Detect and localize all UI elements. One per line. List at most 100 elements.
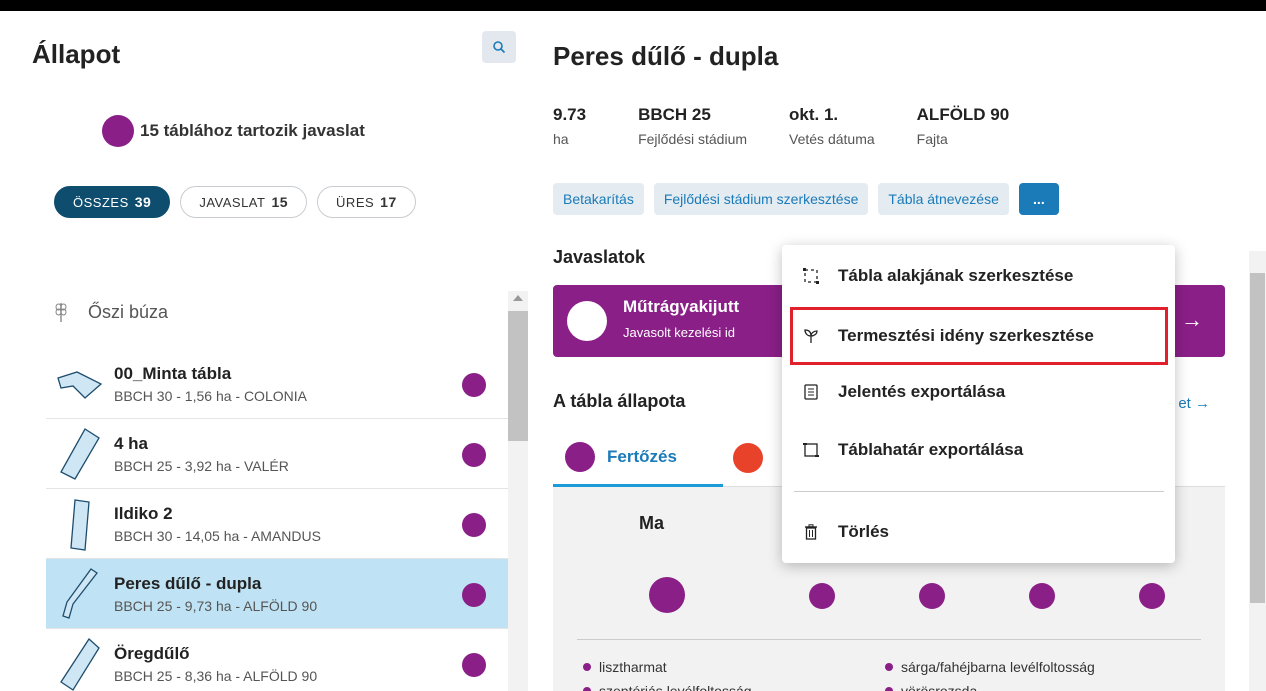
scrollbar-thumb[interactable] — [1250, 273, 1265, 603]
fertilizer-icon — [567, 301, 607, 341]
field-details: BBCH 25 - 8,36 ha - ALFÖLD 90 — [114, 667, 318, 684]
filter-recommendation-label: JAVASLAT — [199, 194, 266, 210]
stat-area: 9.73 ha — [553, 105, 586, 147]
field-shape-icon — [50, 354, 110, 414]
menu-item-label: Tábla alakjának szerkesztése — [838, 266, 1074, 285]
legend-item: szeptóriás levélfoltosság — [583, 683, 752, 691]
infection-dot-icon — [1139, 583, 1165, 609]
harvest-button[interactable]: Betakarítás — [553, 183, 644, 215]
tab-label: Fertőzés — [607, 446, 677, 466]
stat-value: ALFÖLD 90 — [916, 105, 1010, 124]
tab-infection[interactable]: Fertőzés — [553, 429, 723, 487]
stat-value: BBCH 25 — [638, 105, 711, 124]
filter-all-label: ÖSSZES — [73, 194, 129, 210]
stat-sowing-date: okt. 1. Vetés dátuma — [789, 105, 875, 147]
stat-label: Vetés dátuma — [789, 131, 875, 147]
field-details: BBCH 25 - 9,73 ha - ALFÖLD 90 — [114, 597, 318, 614]
field-name: 4 ha — [114, 433, 149, 453]
field-status-heading: A tábla állapota — [553, 391, 686, 411]
field-details: BBCH 30 - 1,56 ha - COLONIA — [114, 387, 307, 404]
legend-dot-icon — [583, 663, 591, 671]
crop-group-header: Őszi búza — [54, 301, 168, 323]
stat-growth-stage: BBCH 25 Fejlődési stádium — [638, 105, 747, 147]
wheat-icon — [55, 303, 67, 322]
infection-today-icon — [649, 577, 685, 613]
search-icon — [493, 41, 506, 54]
arrow-right-icon: → — [1181, 307, 1203, 332]
menu-item-export-report[interactable]: Jelentés exportálása — [782, 363, 1175, 421]
banner-title: Műtrágyakijutt — [623, 297, 740, 316]
field-shape-icon — [50, 424, 110, 484]
shape-edit-icon — [802, 267, 820, 285]
field-item[interactable]: Ildiko 2 BBCH 30 - 14,05 ha - AMANDUS — [46, 489, 508, 559]
more-options-menu: Tábla alakjának szerkesztése Termesztési… — [782, 245, 1175, 563]
filter-empty[interactable]: ÜRES 17 — [317, 186, 416, 218]
filter-all[interactable]: ÖSSZES 39 — [54, 186, 171, 218]
legend-item: sárga/fahéjbarna levélfoltosság — [885, 659, 1095, 675]
more-options-button[interactable]: ... — [1018, 183, 1059, 215]
infection-dot-icon — [809, 583, 835, 609]
menu-divider — [794, 491, 1164, 492]
filter-recommendation[interactable]: JAVASLAT 15 — [180, 186, 308, 218]
recommendation-dot-icon — [462, 443, 486, 467]
stat-label: Fajta — [916, 131, 948, 147]
menu-item-export-boundary[interactable]: Táblahatár exportálása — [782, 421, 1175, 479]
legend-item: lisztharmat — [583, 659, 667, 675]
menu-item-delete[interactable]: Törlés — [782, 503, 1175, 561]
legend-label: vörösrozsda — [901, 683, 978, 691]
field-title: Peres dűlő - dupla — [553, 41, 779, 71]
rename-field-button[interactable]: Tábla átnevezése — [878, 183, 1009, 215]
recommendation-dot-icon — [462, 653, 486, 677]
divider — [577, 639, 1201, 640]
filter-empty-label: ÜRES — [336, 194, 375, 210]
menu-item-edit-shape[interactable]: Tábla alakjának szerkesztése — [782, 247, 1175, 305]
detail-scrollbar[interactable] — [1249, 251, 1266, 691]
field-shape-icon — [50, 564, 110, 624]
document-icon — [802, 383, 820, 401]
recommendations-heading: Javaslatok — [553, 247, 646, 267]
field-list-scrollbar[interactable] — [508, 291, 528, 691]
legend-item: vörösrozsda — [885, 683, 977, 691]
legend-dot-icon — [583, 687, 591, 691]
panel-title: Állapot — [32, 39, 121, 69]
filter-recommendation-count: 15 — [271, 194, 289, 210]
stat-variety: ALFÖLD 90 Fajta — [917, 105, 1010, 147]
app-frame: Állapot 15 táblához tartozik javaslat ÖS… — [0, 11, 1266, 691]
field-list: 00_Minta tábla BBCH 30 - 1,56 ha - COLONI… — [46, 349, 508, 691]
boundary-export-icon — [802, 441, 820, 459]
stat-value: okt. 1. — [789, 105, 839, 124]
field-shape-icon — [50, 634, 110, 691]
crop-name: Őszi búza — [88, 301, 169, 322]
search-button[interactable] — [482, 31, 516, 63]
menu-item-edit-season[interactable]: Termesztési idény szerkesztése — [790, 307, 1168, 365]
stat-label: ha — [553, 131, 569, 147]
field-item[interactable]: 4 ha BBCH 25 - 3,92 ha - VALÉR — [46, 419, 508, 489]
field-name: 00_Minta tábla — [114, 363, 232, 383]
stat-value: 9.73 — [553, 105, 587, 124]
leaf-icon — [565, 441, 595, 472]
edit-growth-stage-button[interactable]: Fejlődési stádium szerkesztése — [653, 183, 869, 215]
legend-label: lisztharmat — [599, 659, 667, 675]
status-details-link[interactable]: et → — [1178, 395, 1210, 412]
legend-label: sárga/fahéjbarna levélfoltosság — [901, 659, 1095, 675]
field-details: BBCH 25 - 3,92 ha - VALÉR — [114, 457, 289, 474]
summary-text: 15 táblához tartozik javaslat — [140, 121, 365, 140]
field-item[interactable]: 00_Minta tábla BBCH 30 - 1,56 ha - COLONI… — [46, 349, 508, 419]
field-name: Ildiko 2 — [114, 503, 173, 523]
scrollbar-thumb[interactable] — [508, 311, 528, 441]
menu-item-label: Termesztési idény szerkesztése — [838, 326, 1094, 345]
infection-dot-icon — [1029, 583, 1055, 609]
day-today: Ma — [639, 513, 665, 533]
tab-pest-icon[interactable] — [733, 443, 763, 473]
field-item-selected[interactable]: Peres dűlő - dupla BBCH 25 - 9,73 ha - AL… — [46, 559, 508, 629]
action-bar: Betakarítás Fejlődési stádium szerkeszté… — [553, 183, 1059, 215]
sprout-icon — [802, 327, 820, 345]
field-details: BBCH 30 - 14,05 ha - AMANDUS — [114, 527, 321, 544]
scroll-up-icon[interactable] — [513, 295, 523, 301]
field-stats: 9.73 ha BBCH 25 Fejlődési stádium okt. 1… — [553, 105, 1057, 147]
menu-item-label: Táblahatár exportálása — [838, 440, 1024, 459]
legend-dot-icon — [885, 663, 893, 671]
recommendation-dot-icon — [462, 583, 486, 607]
legend-label: szeptóriás levélfoltosság — [599, 683, 752, 691]
field-item[interactable]: Öregdűlő BBCH 25 - 8,36 ha - ALFÖLD 90 — [46, 629, 508, 691]
